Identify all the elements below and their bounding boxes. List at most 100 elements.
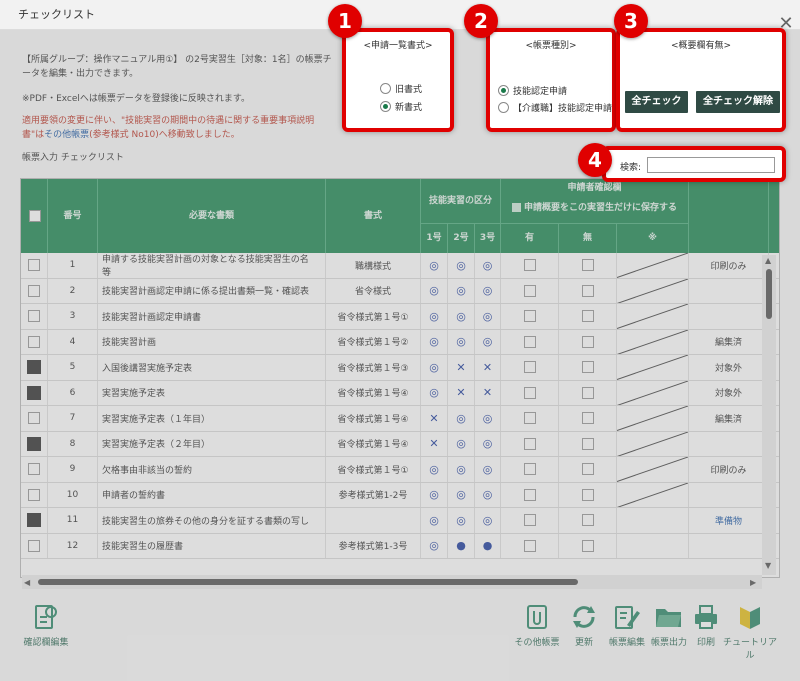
row-go1-mark: ✕ bbox=[421, 406, 448, 431]
output-forms-button[interactable]: 帳票出力 bbox=[648, 603, 690, 648]
row-no-checkbox[interactable] bbox=[581, 437, 594, 450]
row-note bbox=[617, 508, 689, 533]
row-no-checkbox[interactable] bbox=[581, 386, 594, 399]
row-no-checkbox[interactable] bbox=[581, 514, 594, 527]
radio-old-format[interactable]: 旧書式 bbox=[380, 82, 422, 95]
row-checkbox[interactable] bbox=[28, 412, 40, 425]
table-row[interactable]: 3 技能実習計画認定申請書 省令様式第１号① ◎ ◎ ◎ bbox=[21, 304, 779, 330]
radio-skill-cert-button[interactable] bbox=[498, 85, 509, 96]
row-no-checkbox[interactable] bbox=[581, 361, 594, 374]
radio-new-format-button[interactable] bbox=[380, 101, 391, 112]
header-no-col[interactable]: 無 bbox=[559, 224, 617, 253]
vertical-scroll-thumb[interactable] bbox=[766, 269, 772, 319]
table-row[interactable]: 8 実習実施予定表（２年目） 省令様式第１号④ ✕ ◎ ◎ bbox=[21, 431, 779, 457]
row-no-checkbox[interactable] bbox=[581, 488, 594, 501]
header-confirm-sub-label: 申請概要をこの実習生だけに保存する bbox=[523, 203, 677, 213]
table-row[interactable]: 9 欠格事由非該当の誓約 省令様式第１号① ◎ ◎ ◎ 印刷のみ bbox=[21, 457, 779, 483]
row-no-checkbox[interactable] bbox=[581, 463, 594, 476]
select-all-checkbox[interactable] bbox=[29, 210, 41, 222]
row-checkbox[interactable] bbox=[28, 335, 40, 348]
row-yes-checkbox[interactable] bbox=[523, 310, 536, 323]
save-summary-checkbox[interactable] bbox=[511, 203, 521, 212]
header-form[interactable]: 書式 bbox=[326, 179, 421, 253]
header-select-all[interactable] bbox=[21, 179, 48, 253]
table-row[interactable]: 11 技能実習生の旅券その他の身分を証する書類の写し ◎ ◎ ◎ 準備物 bbox=[21, 508, 779, 534]
row-go1-mark-text: ◎ bbox=[429, 335, 439, 349]
scroll-up-icon[interactable]: ▲ bbox=[765, 256, 771, 265]
row-yes-checkbox[interactable] bbox=[523, 335, 536, 348]
row-yes-checkbox[interactable] bbox=[523, 514, 536, 527]
row-no-checkbox[interactable] bbox=[581, 539, 594, 552]
scroll-down-icon[interactable]: ▼ bbox=[765, 561, 771, 570]
notice-text: 書"は bbox=[22, 130, 45, 140]
table-row[interactable]: 4 技能実習計画 省令様式第１号② ◎ ◎ ◎ 編集済 bbox=[21, 329, 779, 355]
row-yes-checkbox[interactable] bbox=[523, 488, 536, 501]
row-cell bbox=[559, 482, 617, 507]
row-checkbox[interactable] bbox=[28, 463, 40, 476]
table-row[interactable]: 6 実習実施予定表 省令様式第１号④ ◎ ✕ ✕ 対象外 bbox=[21, 380, 779, 406]
row-yes-checkbox[interactable] bbox=[523, 361, 536, 374]
other-forms-label: その他帳票 bbox=[514, 638, 560, 648]
radio-old-format-button[interactable] bbox=[380, 83, 391, 94]
table-row[interactable]: 10 申請者の誓約書 参考様式第1-2号 ◎ ◎ ◎ bbox=[21, 482, 779, 508]
row-no-checkbox[interactable] bbox=[581, 259, 594, 272]
row-yes-checkbox[interactable] bbox=[523, 284, 536, 297]
horizontal-scrollbar[interactable]: ◀ ▶ bbox=[22, 575, 762, 589]
row-yes-checkbox[interactable] bbox=[523, 437, 536, 450]
print-button[interactable]: 印刷 bbox=[692, 603, 720, 648]
row-checkbox[interactable] bbox=[27, 385, 41, 400]
vertical-scrollbar[interactable]: ▲ ▼ bbox=[762, 255, 776, 575]
row-yes-checkbox[interactable] bbox=[523, 259, 536, 272]
edit-confirm-column-button[interactable]: 確認欄編集 bbox=[18, 603, 74, 648]
check-all-button[interactable]: 全チェック bbox=[625, 91, 688, 113]
row-cell bbox=[21, 508, 48, 533]
row-checkbox[interactable] bbox=[28, 488, 40, 501]
table-row[interactable]: 12 技能実習生の履歴書 参考様式第1-3号 ◎ ● ● bbox=[21, 533, 779, 559]
scroll-right-icon[interactable]: ▶ bbox=[750, 578, 756, 587]
row-checkbox[interactable] bbox=[27, 436, 41, 451]
table-row[interactable]: 7 実習実施予定表（１年目） 省令様式第１号④ ✕ ◎ ◎ 編集済 bbox=[21, 406, 779, 432]
row-no-checkbox[interactable] bbox=[581, 335, 594, 348]
header-no[interactable]: 番号 bbox=[48, 179, 98, 253]
row-yes-checkbox[interactable] bbox=[523, 539, 536, 552]
header-confirm-sub[interactable]: 申請概要をこの実習生だけに保存する bbox=[501, 197, 689, 224]
radio-care-skill-cert-button[interactable] bbox=[498, 102, 509, 113]
table-row[interactable]: 5 入国後講習実施予定表 省令様式第１号③ ◎ ✕ ✕ 対象外 bbox=[21, 355, 779, 381]
other-forms-button[interactable]: その他帳票 bbox=[510, 603, 564, 648]
row-checkbox[interactable] bbox=[28, 310, 40, 323]
row-yes-checkbox[interactable] bbox=[523, 386, 536, 399]
refresh-button[interactable]: 更新 bbox=[566, 603, 602, 648]
header-note[interactable]: ※ bbox=[617, 224, 689, 253]
header-yes[interactable]: 有 bbox=[501, 224, 559, 253]
radio-care-skill-cert[interactable]: 【介護職】技能認定申請 bbox=[498, 101, 612, 114]
row-form: 省令様式第１号① bbox=[326, 304, 421, 329]
row-yes-checkbox[interactable] bbox=[523, 412, 536, 425]
row-checkbox[interactable] bbox=[28, 539, 40, 552]
row-remark bbox=[689, 482, 769, 507]
scroll-left-icon[interactable]: ◀ bbox=[24, 578, 30, 587]
table-row[interactable]: 1 申請する技能実習計画の対象となる技能実習生の名等 職構様式 ◎ ◎ ◎ 印刷のみ bbox=[21, 253, 779, 279]
row-checkbox[interactable] bbox=[28, 259, 40, 272]
row-no-checkbox[interactable] bbox=[581, 310, 594, 323]
row-checkbox[interactable] bbox=[27, 513, 41, 528]
row-yes-checkbox[interactable] bbox=[523, 463, 536, 476]
radio-skill-cert[interactable]: 技能認定申請 bbox=[498, 84, 567, 97]
header-doc[interactable]: 必要な書類 bbox=[98, 179, 326, 253]
row-no-checkbox[interactable] bbox=[581, 412, 594, 425]
row-no-checkbox[interactable] bbox=[581, 284, 594, 297]
other-forms-link[interactable]: その他帳票 bbox=[44, 130, 89, 140]
header-remark[interactable] bbox=[689, 179, 769, 253]
horizontal-scroll-thumb[interactable] bbox=[38, 579, 578, 585]
edit-forms-button[interactable]: 帳票編集 bbox=[605, 603, 649, 648]
search-input[interactable] bbox=[647, 157, 775, 173]
row-checkbox[interactable] bbox=[28, 284, 40, 297]
uncheck-all-button[interactable]: 全チェック解除 bbox=[696, 91, 780, 113]
tutorial-button[interactable]: チュートリアル bbox=[722, 603, 778, 661]
table-row[interactable]: 2 技能実習計画認定申請に係る提出書類一覧・確認表 省令様式 ◎ ◎ ◎ bbox=[21, 278, 779, 304]
row-go3-mark: ◎ bbox=[475, 253, 501, 278]
row-cell bbox=[501, 406, 559, 431]
row-go2-mark-text: ◎ bbox=[456, 462, 466, 476]
radio-new-format[interactable]: 新書式 bbox=[380, 100, 422, 113]
row-checkbox[interactable] bbox=[27, 360, 41, 375]
row-go3-mark: ● bbox=[475, 533, 501, 558]
